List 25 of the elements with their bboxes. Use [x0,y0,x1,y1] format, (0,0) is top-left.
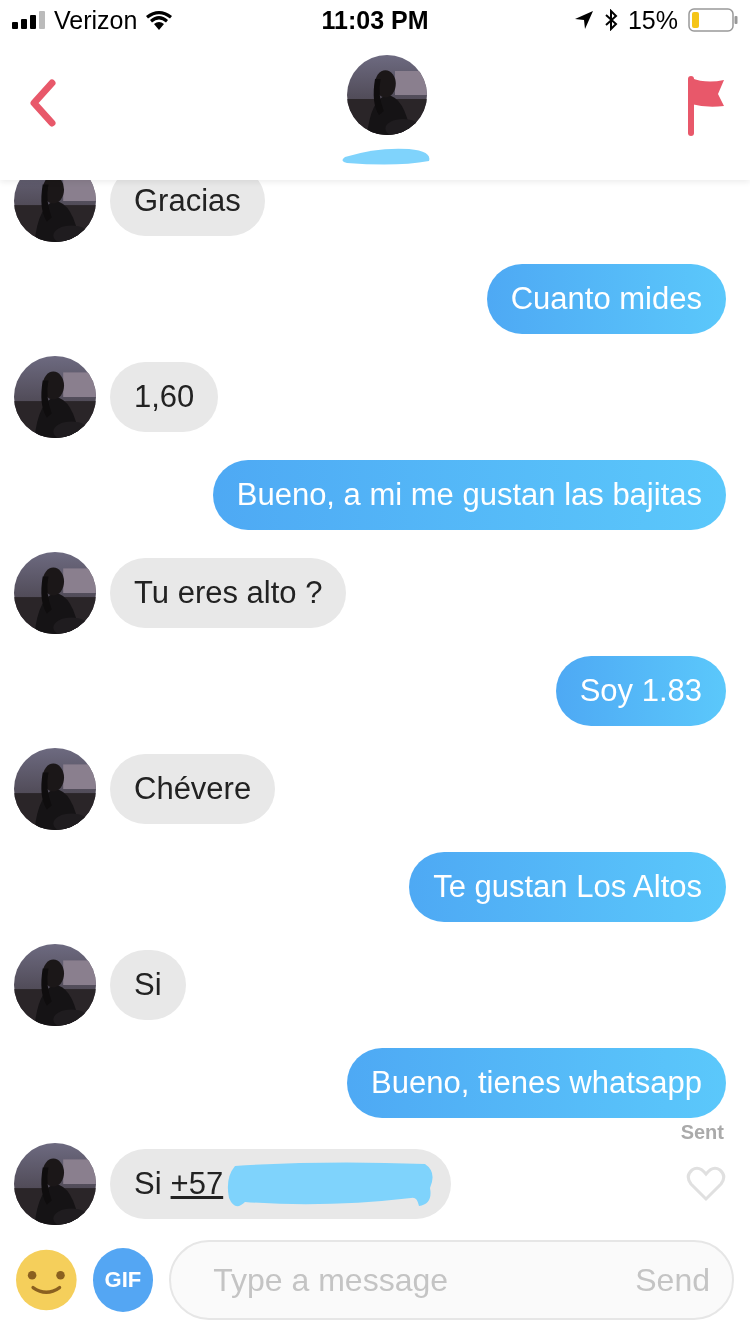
message-text: Bueno, tienes whatsapp [371,1065,702,1101]
clock-time: 11:03 PM [321,5,429,35]
message-text: Bueno, a mi me gustan las bajitas [236,477,702,513]
battery-percent: 15% [627,5,678,35]
message-text: Tu eres alto ? [134,575,323,611]
message-text: Si [134,1166,162,1202]
message-text: Gracias [134,183,241,219]
message-text: 1,60 [134,379,195,415]
battery-icon [688,8,738,32]
gif-button[interactable]: GIF [92,1248,154,1312]
message-text: Soy 1.83 [579,673,702,709]
message-text: Cuanto mides [510,281,702,317]
sent-status: Sent [679,1121,725,1144]
message-text: Si [134,967,162,1003]
message-text: Te gustan Los Altos [433,869,702,905]
wifi-icon [145,10,174,30]
bluetooth-icon [603,9,618,31]
signal-icon [12,11,46,29]
location-arrow-icon [573,10,594,30]
flag-icon[interactable] [686,74,726,138]
emoji-icon[interactable] [16,1248,77,1312]
phone-link[interactable]: +57 [170,1166,224,1202]
back-icon[interactable] [28,78,58,128]
carrier-name: Verizon [54,5,138,35]
message-text: Chévere [134,771,252,807]
